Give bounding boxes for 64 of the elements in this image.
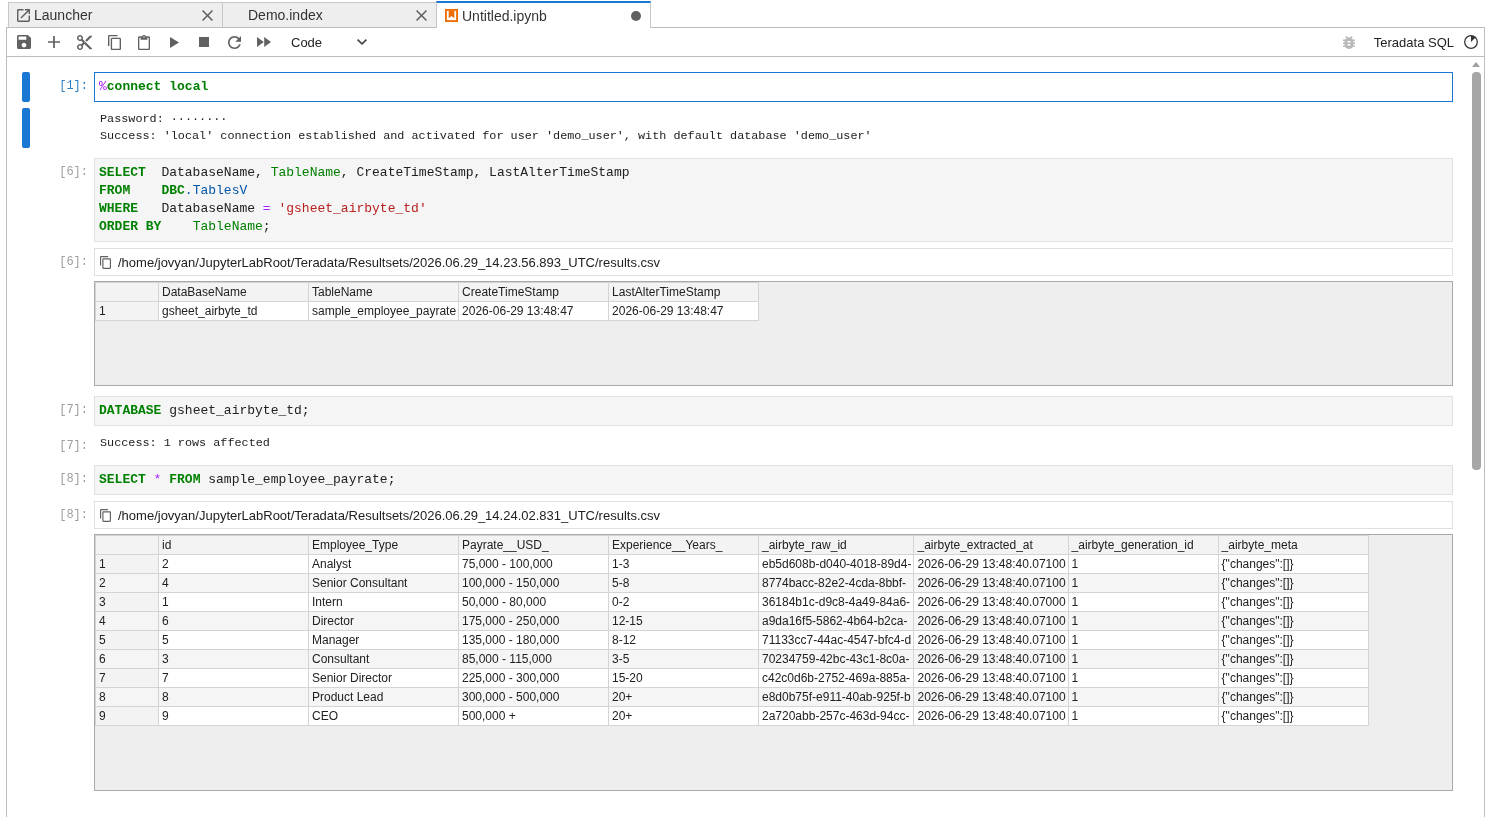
code-editor[interactable]: SELECT * FROM sample_employee_payrate; — [94, 465, 1453, 495]
column-header: CreateTimeStamp — [458, 282, 609, 302]
output-prompt: [6]: — [58, 254, 89, 271]
refresh-icon — [227, 35, 241, 49]
unsaved-dot-icon[interactable] — [631, 10, 641, 21]
output-text: Success: 1 rows affected — [100, 435, 270, 452]
tab[interactable]: Launcher — [8, 2, 223, 27]
code-line: WHERE DatabaseName = 'gsheet_airbyte_td' — [99, 200, 427, 218]
code-line: %connect local — [99, 78, 209, 96]
close-icon[interactable] — [202, 9, 213, 21]
scissors-icon — [76, 34, 92, 50]
column-header: DataBaseName — [158, 282, 309, 302]
copy-icon — [100, 508, 111, 522]
scrollbar-thumb[interactable] — [1471, 72, 1481, 470]
copy-icon — [100, 255, 111, 269]
copy-path-button[interactable] — [98, 508, 113, 522]
code-editor[interactable]: DATABASE gsheet_airbyte_td; — [94, 396, 1453, 426]
clipboard-icon — [138, 34, 150, 50]
input-prompt: [7]: — [58, 402, 89, 419]
column-header: Experience__Years_ — [608, 535, 759, 555]
code-line: SELECT * FROM sample_employee_payrate; — [99, 471, 396, 489]
copy-icon — [107, 34, 121, 50]
column-header: _airbyte_extracted_at — [913, 535, 1069, 555]
fast-forward-icon — [257, 37, 271, 47]
input-prompt: [1]: — [58, 78, 89, 95]
stop-icon — [199, 37, 209, 47]
cell-collapser[interactable] — [22, 72, 30, 102]
column-header: id — [158, 535, 309, 555]
open-in-new-icon — [17, 8, 30, 22]
column-header: _airbyte_meta — [1218, 535, 1369, 555]
chevron-down-icon — [357, 39, 367, 45]
save-icon — [17, 35, 31, 49]
column-header: _airbyte_generation_id — [1068, 535, 1219, 555]
tab[interactable]: Untitled.ipynb — [436, 1, 651, 28]
cell-type-dropdown[interactable]: Code — [283, 30, 371, 54]
result-path: /home/jovyan/JupyterLabRoot/Teradata/Resultsets/2026.06.29_14.24.02.831_UTC/results.csv — [118, 507, 660, 523]
output-prompt: [8]: — [58, 507, 89, 524]
code-editor[interactable]: %connect local — [94, 72, 1453, 102]
column-header: LastAlterTimeStamp — [608, 282, 759, 302]
tab[interactable]: Demo.index — [222, 2, 437, 27]
play-icon — [169, 36, 179, 48]
output-text: Success: 'local' connection established and activated for user 'demo_user', with default database 'demo_user' — [100, 128, 872, 145]
plus-icon — [48, 36, 60, 48]
input-prompt: [6]: — [58, 164, 89, 181]
output-prompt: [7]: — [58, 438, 89, 455]
close-icon[interactable] — [416, 9, 427, 21]
column-header: TableName — [308, 282, 459, 302]
column-header: Payrate__USD_ — [458, 535, 609, 555]
code-editor[interactable]: SELECT DatabaseName, TableName, CreateTimeStamp, LastAlterTimeStamp FROM DBC.TablesV WHERE DatabaseName = 'gsheet_airbyte_td' ORDER BY TableName; — [94, 158, 1453, 242]
scroll-up-icon[interactable] — [1472, 62, 1480, 67]
copy-path-button[interactable] — [98, 255, 113, 269]
code-line: FROM DBC.TablesV — [99, 182, 248, 200]
result-path: /home/jovyan/JupyterLabRoot/Teradata/Resultsets/2026.06.29_14.23.56.893_UTC/results.csv — [118, 254, 660, 270]
code-line: SELECT DatabaseName, TableName, CreateTimeStamp, LastAlterTimeStamp — [99, 164, 630, 182]
kernel-name-button[interactable]: Teradata SQL — [1363, 34, 1464, 50]
kernel-status-icon — [1464, 35, 1478, 49]
column-header: _airbyte_raw_id — [758, 535, 914, 555]
bug-icon — [1342, 35, 1355, 49]
input-prompt: [8]: — [58, 471, 89, 488]
notebook-icon — [445, 9, 458, 22]
output-text: Password: ········ — [100, 111, 228, 128]
column-header: Employee_Type — [308, 535, 459, 555]
code-line: ORDER BY TableName; — [99, 218, 271, 236]
code-line: DATABASE gsheet_airbyte_td; — [99, 402, 310, 420]
